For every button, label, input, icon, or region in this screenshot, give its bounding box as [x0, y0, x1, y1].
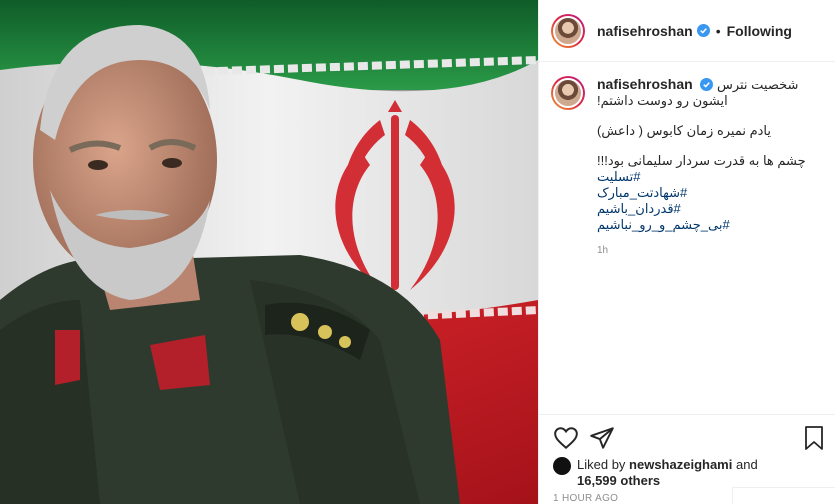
liker-username[interactable]: newshazeighami [629, 457, 732, 472]
caption-line-1: شخصیت نترس [716, 77, 799, 92]
add-comment-area[interactable] [732, 487, 835, 504]
post-photo-illustration [0, 0, 538, 504]
post-details-panel: nafisehroshan • Following nafisehroshan … [538, 0, 835, 504]
likes-count[interactable]: 16,599 others [577, 473, 660, 488]
caption: nafisehroshan شخصیت نترس ایشون رو دوست د… [551, 76, 826, 259]
share-icon[interactable] [589, 425, 615, 451]
heart-icon[interactable] [553, 425, 579, 451]
separator-dot: • [715, 22, 721, 39]
author-avatar[interactable] [551, 13, 585, 48]
caption-text: nafisehroshan شخصیت نترس ایشون رو دوست د… [597, 76, 825, 259]
post-image[interactable] [0, 0, 538, 504]
verified-badge-icon [700, 78, 714, 91]
verified-badge-icon [696, 24, 710, 37]
likes-prefix: Liked by [577, 457, 626, 472]
caption-username[interactable]: nafisehroshan [597, 76, 693, 92]
hashtag-link[interactable]: #بی_چشم_و_رو_نباشیم [597, 217, 825, 233]
hashtag-link[interactable]: #قدردان_باشیم [597, 201, 825, 217]
likes-conjunction: and [735, 457, 758, 472]
hashtag-link[interactable]: #شهادتت_مبارک [597, 185, 825, 201]
hashtag-link[interactable]: #تسلیت [597, 169, 825, 185]
caption-line-2: ایشون رو دوست داشتم! [597, 93, 728, 108]
post-timestamp[interactable]: 1 HOUR AGO [553, 493, 618, 504]
bookmark-icon[interactable] [802, 425, 826, 451]
caption-time: 1h [597, 245, 609, 256]
likes-summary: Liked by newshazeighami and 16,599 other… [553, 457, 758, 489]
caption-line-4: چشم ها به قدرت سردار سلیمانی بود!!! [597, 153, 806, 168]
liker-avatar[interactable] [553, 457, 571, 475]
post-header: nafisehroshan • Following [539, 0, 835, 62]
caption-line-3: یادم نمیره زمان کابوس ( داعش) [597, 123, 772, 138]
author-username[interactable]: nafisehroshan [597, 23, 693, 39]
following-button[interactable]: Following [727, 23, 792, 39]
caption-author-avatar[interactable] [551, 76, 585, 110]
